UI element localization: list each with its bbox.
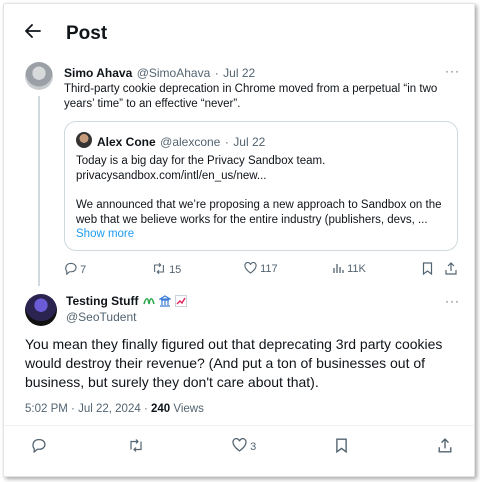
like-count: 117 xyxy=(260,263,278,275)
share-button[interactable] xyxy=(445,262,457,276)
bar-chart-icon xyxy=(333,264,344,273)
more-options-icon[interactable]: ··· xyxy=(445,294,460,308)
badge-emojis xyxy=(142,294,188,308)
quoted-link: privacysandbox.com/intl/en_us/new... xyxy=(76,170,267,182)
quoted-text-line: We announced that we’re proposing a new … xyxy=(76,199,442,211)
page-header: Post xyxy=(4,4,474,44)
post-text: Third-party cookie deprecation in Chrome… xyxy=(64,83,438,110)
arrow-left-icon[interactable] xyxy=(24,24,41,41)
like-button[interactable]: 117 xyxy=(244,261,278,275)
quoted-post-date: Jul 22 xyxy=(233,135,266,149)
bookmark-icon xyxy=(336,438,347,454)
quoted-post-header: Alex Cone @alexcone · Jul 22 xyxy=(97,133,265,151)
reply-text: You mean they finally figured out that d… xyxy=(25,336,443,390)
page-title: Post xyxy=(66,23,108,44)
author-handle[interactable]: @SimoAhava xyxy=(137,66,211,80)
bookmark-button[interactable] xyxy=(422,262,433,276)
wave-emoji-icon xyxy=(143,297,155,305)
post-page: Post Simo Ahava @SimoAhava · Jul 22 ··· … xyxy=(3,3,475,477)
post-metadata: 5:02 PM · Jul 22, 2024 · 240 Views xyxy=(25,403,204,415)
separator: · xyxy=(224,135,229,149)
bookmark-icon xyxy=(422,262,433,276)
author-name[interactable]: Testing Stuff xyxy=(66,294,138,308)
heart-icon xyxy=(232,437,247,452)
repost-button[interactable] xyxy=(128,438,144,454)
views-label: Views xyxy=(173,403,204,415)
reply-author: Testing Stuff xyxy=(66,294,188,308)
quoted-author-name: Alex Cone xyxy=(97,135,156,149)
reply-button[interactable]: 7 xyxy=(64,262,86,276)
separator: · xyxy=(214,66,219,80)
post-header: Simo Ahava @SimoAhava · Jul 22 xyxy=(64,64,255,82)
repost-button[interactable]: 15 xyxy=(152,262,181,276)
post-actions: 7 15 117 11K xyxy=(64,261,464,278)
divider xyxy=(4,425,474,426)
repost-icon xyxy=(154,262,164,275)
reply-button[interactable] xyxy=(31,438,46,454)
avatar xyxy=(76,132,92,148)
author-name[interactable]: Simo Ahava xyxy=(64,66,132,80)
bookmark-button[interactable] xyxy=(335,438,348,454)
reply-icon xyxy=(65,262,77,276)
like-button[interactable]: 3 xyxy=(232,437,257,453)
quoted-text-line: Today is a big day for the Privacy Sandb… xyxy=(76,155,326,167)
separator: · xyxy=(71,403,75,415)
reply-icon xyxy=(32,438,46,454)
chart-increasing-emoji-icon xyxy=(175,295,188,307)
heart-icon xyxy=(244,261,257,274)
avatar[interactable] xyxy=(25,294,57,326)
share-button[interactable] xyxy=(438,438,452,454)
like-count: 3 xyxy=(250,441,257,453)
share-icon xyxy=(445,262,457,275)
quoted-author-handle: @alexcone xyxy=(160,135,221,149)
repost-icon xyxy=(130,439,142,452)
show-more-link[interactable]: Show more xyxy=(76,228,134,240)
separator: · xyxy=(143,403,148,415)
views-button[interactable]: 11K xyxy=(332,262,366,275)
quoted-post[interactable]: Alex Cone @alexcone · Jul 22 Today is a … xyxy=(64,121,458,251)
thread-connector-line xyxy=(38,96,40,286)
repost-count: 15 xyxy=(169,264,182,276)
share-icon xyxy=(438,438,452,453)
bank-emoji-icon xyxy=(159,295,172,307)
avatar[interactable] xyxy=(25,62,53,90)
reply-count: 7 xyxy=(80,264,87,276)
post-date[interactable]: Jul 22, 2024 xyxy=(78,403,141,415)
post-date[interactable]: Jul 22 xyxy=(223,66,255,80)
author-handle[interactable]: @SeoTudent xyxy=(66,310,136,324)
quoted-text-line: web that we believe works for the entire… xyxy=(76,214,428,226)
post-time[interactable]: 5:02 PM xyxy=(25,403,68,415)
views-count: 240 xyxy=(151,403,171,415)
views-count: 11K xyxy=(347,263,366,275)
reply-actions: 3 xyxy=(4,437,474,458)
more-options-icon[interactable]: ··· xyxy=(445,64,460,78)
